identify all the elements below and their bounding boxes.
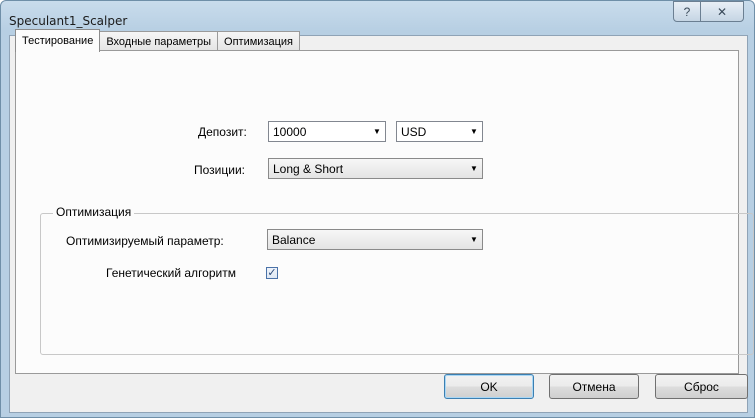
deposit-value: 10000 [273, 124, 307, 139]
deposit-combobox[interactable]: 10000 ▼ [268, 121, 386, 142]
optimization-group-title: Оптимизация [53, 205, 135, 219]
dialog-window: Speculant1_Scalper ? ✕ Тестирование Вход… [0, 0, 755, 418]
window-title: Speculant1_Scalper [9, 14, 128, 28]
tab-testing[interactable]: Тестирование [15, 29, 101, 52]
chevron-down-icon[interactable]: ▼ [466, 122, 482, 141]
close-icon: ✕ [716, 4, 728, 19]
genetic-algorithm-checkbox[interactable]: ✓ [266, 267, 278, 279]
chevron-down-icon[interactable]: ▼ [466, 230, 482, 249]
tab-optimization[interactable]: Оптимизация [217, 31, 301, 52]
reset-button[interactable]: Сброс [655, 374, 748, 399]
cancel-button[interactable]: Отмена [549, 374, 639, 399]
help-button[interactable]: ? [673, 1, 701, 22]
optimized-parameter-select[interactable]: Balance ▼ [267, 229, 483, 250]
genetic-algorithm-label: Генетический алгоритм [106, 266, 236, 280]
currency-value: USD [401, 124, 427, 139]
deposit-label: Депозит: [198, 125, 247, 139]
checkmark-icon: ✓ [267, 266, 277, 279]
positions-value: Long & Short [273, 161, 344, 176]
ok-button[interactable]: OK [444, 374, 534, 399]
positions-label: Позиции: [194, 163, 245, 177]
optimized-parameter-value: Balance [272, 232, 316, 247]
tab-strip: Тестирование Входные параметры Оптимизац… [15, 29, 301, 52]
currency-combobox[interactable]: USD ▼ [396, 121, 483, 142]
optimized-parameter-label: Оптимизируемый параметр: [66, 234, 224, 248]
help-icon: ? [683, 4, 691, 19]
chevron-down-icon[interactable]: ▼ [466, 159, 482, 178]
chevron-down-icon[interactable]: ▼ [369, 122, 385, 141]
close-button[interactable]: ✕ [700, 1, 744, 22]
positions-select[interactable]: Long & Short ▼ [268, 158, 483, 179]
tab-input-parameters[interactable]: Входные параметры [99, 31, 219, 52]
